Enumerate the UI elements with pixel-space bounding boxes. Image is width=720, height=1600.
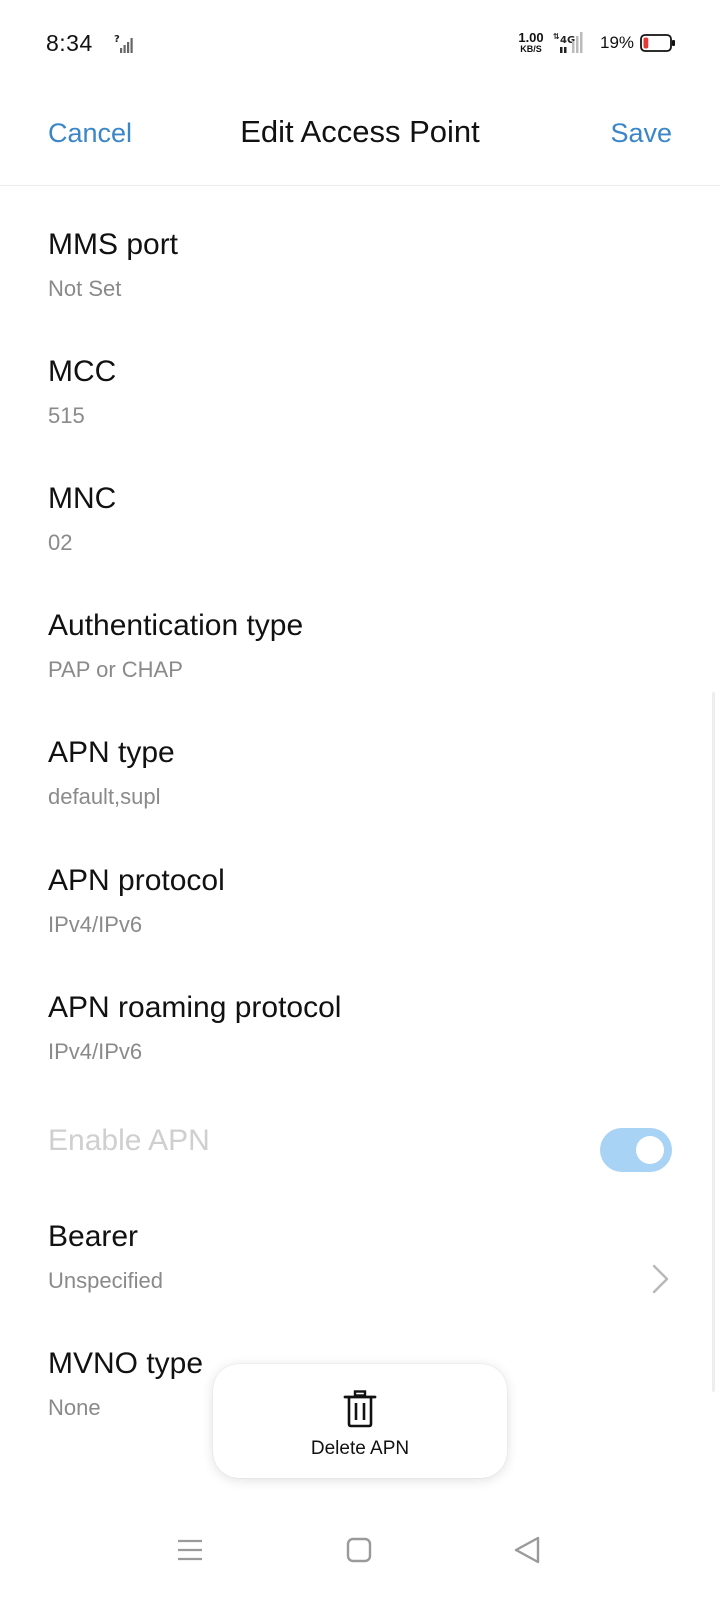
home-square-icon[interactable] [339, 1530, 379, 1570]
setting-title: MMS port [48, 228, 179, 261]
network-speed: 1.00 KB/S [514, 31, 548, 54]
screen: 8:34 ? 1.00 KB/S ⇅ 4G 19% Cancel Edit Ac… [0, 0, 720, 1600]
status-time: 8:34 [46, 30, 93, 56]
setting-mms-port[interactable]: MMS port Not Set [0, 228, 720, 356]
setting-value: PAP or CHAP [48, 657, 183, 682]
status-bar: 8:34 ? 1.00 KB/S ⇅ 4G 19% [0, 0, 720, 88]
setting-title: MVNO type [48, 1347, 204, 1380]
cellular-4g-signal-icon: ⇅ 4G [553, 32, 583, 53]
setting-value: None [48, 1395, 101, 1420]
setting-title: Authentication type [48, 609, 304, 642]
scrollbar[interactable] [712, 692, 715, 1392]
network-speed-value: 1.00 [518, 30, 544, 45]
setting-title: MNC [48, 482, 117, 515]
page-title: Edit Access Point [240, 114, 480, 149]
cancel-button[interactable]: Cancel [48, 118, 132, 149]
back-triangle-icon[interactable] [508, 1530, 548, 1570]
svg-text:⇅: ⇅ [553, 32, 560, 41]
setting-value: 02 [48, 530, 73, 555]
enable-apn-toggle[interactable] [600, 1128, 672, 1172]
setting-authentication-type[interactable]: Authentication type PAP or CHAP [0, 609, 720, 737]
setting-value: Not Set [48, 276, 122, 301]
battery-icon [640, 34, 675, 52]
setting-value: IPv4/IPv6 [48, 1039, 143, 1064]
setting-apn-roaming-protocol[interactable]: APN roaming protocol IPv4/IPv6 [0, 991, 720, 1119]
setting-value: default,supl [48, 784, 161, 809]
setting-value: 515 [48, 403, 85, 428]
setting-title: APN type [48, 736, 175, 769]
setting-mnc[interactable]: MNC 02 [0, 482, 720, 610]
network-speed-unit: KB/S [520, 44, 542, 54]
chevron-right-icon [652, 1264, 669, 1294]
setting-title: MCC [48, 355, 117, 388]
setting-value: Unspecified [48, 1268, 163, 1293]
system-navigation-bar [0, 1510, 720, 1600]
trash-icon [343, 1390, 377, 1428]
setting-title: Enable APN [48, 1124, 210, 1157]
setting-bearer[interactable]: Bearer Unspecified [0, 1220, 720, 1348]
toggle-knob [636, 1136, 664, 1164]
svg-text:?: ? [114, 34, 120, 45]
setting-mcc[interactable]: MCC 515 [0, 355, 720, 483]
setting-value: IPv4/IPv6 [48, 912, 143, 937]
delete-apn-button[interactable]: Delete APN [213, 1364, 507, 1478]
menu-icon[interactable] [170, 1530, 210, 1570]
top-app-bar: Cancel Edit Access Point Save [0, 88, 720, 186]
save-button[interactable]: Save [610, 118, 672, 149]
delete-apn-label: Delete APN [310, 1438, 410, 1459]
setting-apn-type[interactable]: APN type default,supl [0, 736, 720, 864]
setting-title: APN protocol [48, 864, 225, 897]
setting-title: Bearer [48, 1220, 139, 1253]
setting-apn-protocol[interactable]: APN protocol IPv4/IPv6 [0, 864, 720, 992]
setting-title: APN roaming protocol [48, 991, 342, 1024]
setting-enable-apn: Enable APN [0, 1124, 720, 1204]
no-sim-signal-icon: ? [114, 34, 133, 53]
battery-percent: 19% [600, 33, 635, 52]
